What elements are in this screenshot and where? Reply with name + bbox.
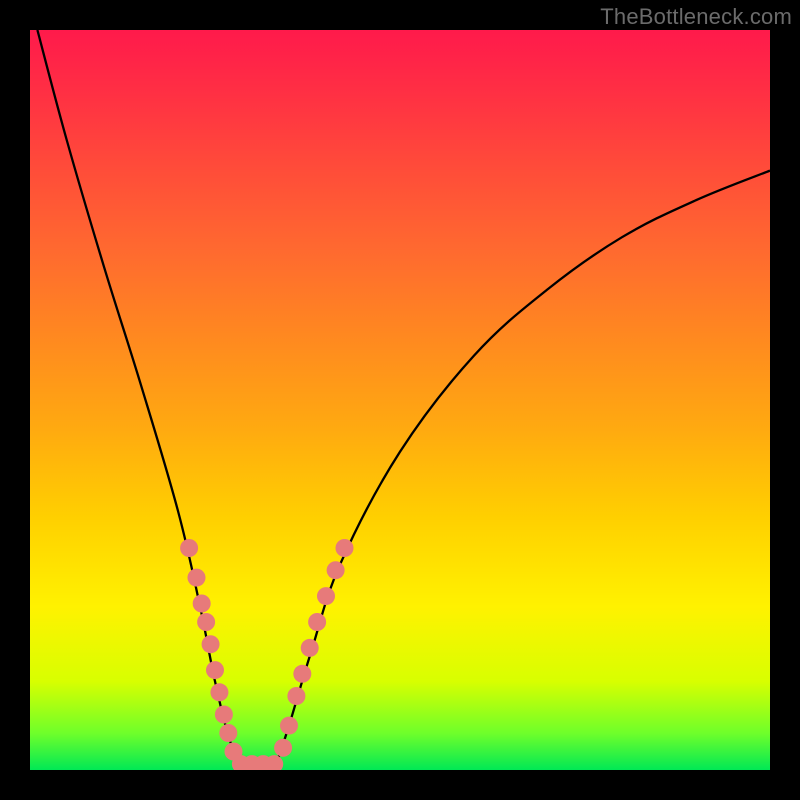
data-dot [197,613,215,631]
data-dot [215,706,233,724]
data-dot [219,724,237,742]
data-dot [317,587,335,605]
data-dot [202,635,220,653]
data-dot [336,539,354,557]
data-dot [327,561,345,579]
data-dot [180,539,198,557]
data-dot [301,639,319,657]
data-dot [274,739,292,757]
watermark-text: TheBottleneck.com [600,4,792,30]
dots-group [180,539,353,770]
data-dot [210,683,228,701]
curve-right [274,171,770,770]
data-dot [280,717,298,735]
data-dot [293,665,311,683]
data-dot [206,661,224,679]
curve-left [37,30,244,770]
data-dot [287,687,305,705]
plot-area [30,30,770,770]
chart-frame: TheBottleneck.com [0,0,800,800]
data-dot [188,569,206,587]
data-dot [193,595,211,613]
data-dot [308,613,326,631]
chart-svg [30,30,770,770]
